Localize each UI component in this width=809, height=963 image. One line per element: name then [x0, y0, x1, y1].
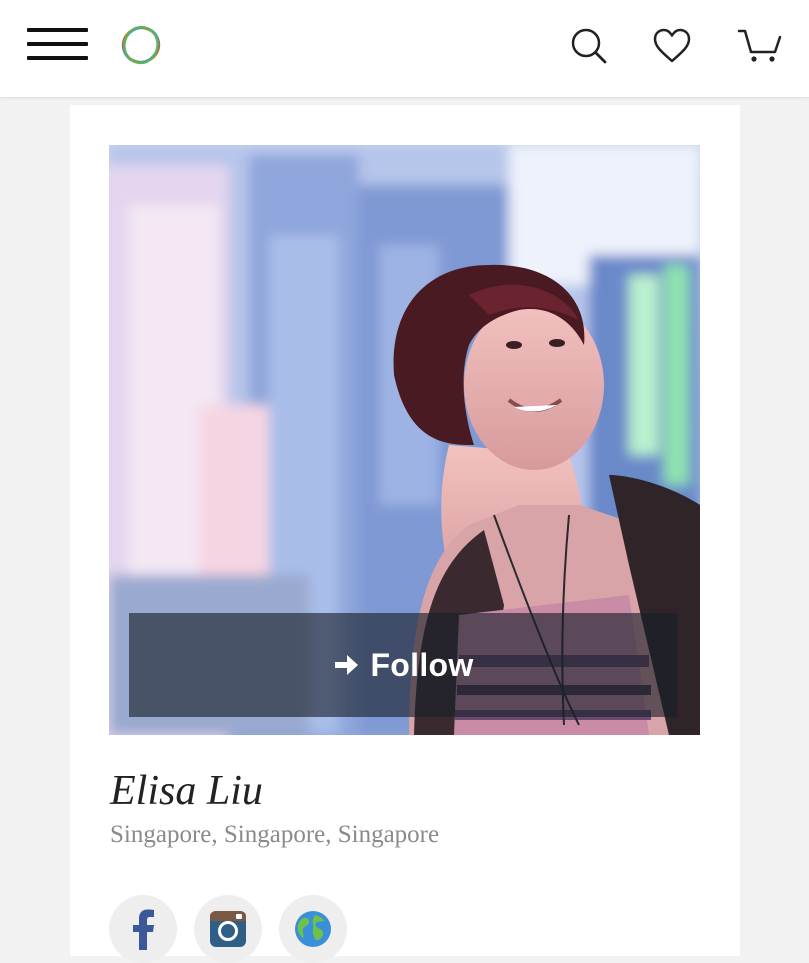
- facebook-icon: [133, 909, 154, 950]
- hamburger-menu-button[interactable]: [27, 28, 89, 62]
- facebook-link-button[interactable]: [109, 895, 177, 963]
- top-navigation-bar: [0, 0, 809, 98]
- search-icon[interactable]: [567, 25, 609, 67]
- menu-line: [27, 42, 88, 46]
- rings-logo-icon[interactable]: [116, 20, 166, 70]
- instagram-icon: [210, 911, 246, 947]
- follow-button-content: Follow: [332, 647, 473, 684]
- follow-label: Follow: [370, 646, 474, 683]
- arrow-right-icon: [335, 655, 359, 675]
- cart-icon[interactable]: [737, 25, 783, 67]
- website-link-button[interactable]: [279, 895, 347, 963]
- menu-line: [27, 56, 88, 60]
- menu-line: [27, 28, 88, 32]
- profile-photo: Follow: [109, 145, 700, 735]
- profile-card: Follow Elisa Liu Singapore, Singapore, S…: [70, 105, 740, 963]
- heart-icon[interactable]: [651, 25, 693, 67]
- follow-button[interactable]: Follow: [129, 613, 677, 717]
- instagram-link-button[interactable]: [194, 895, 262, 963]
- profile-location: Singapore, Singapore, Singapore: [110, 821, 440, 848]
- profile-name: Elisa Liu: [110, 768, 263, 814]
- globe-icon: [295, 911, 331, 947]
